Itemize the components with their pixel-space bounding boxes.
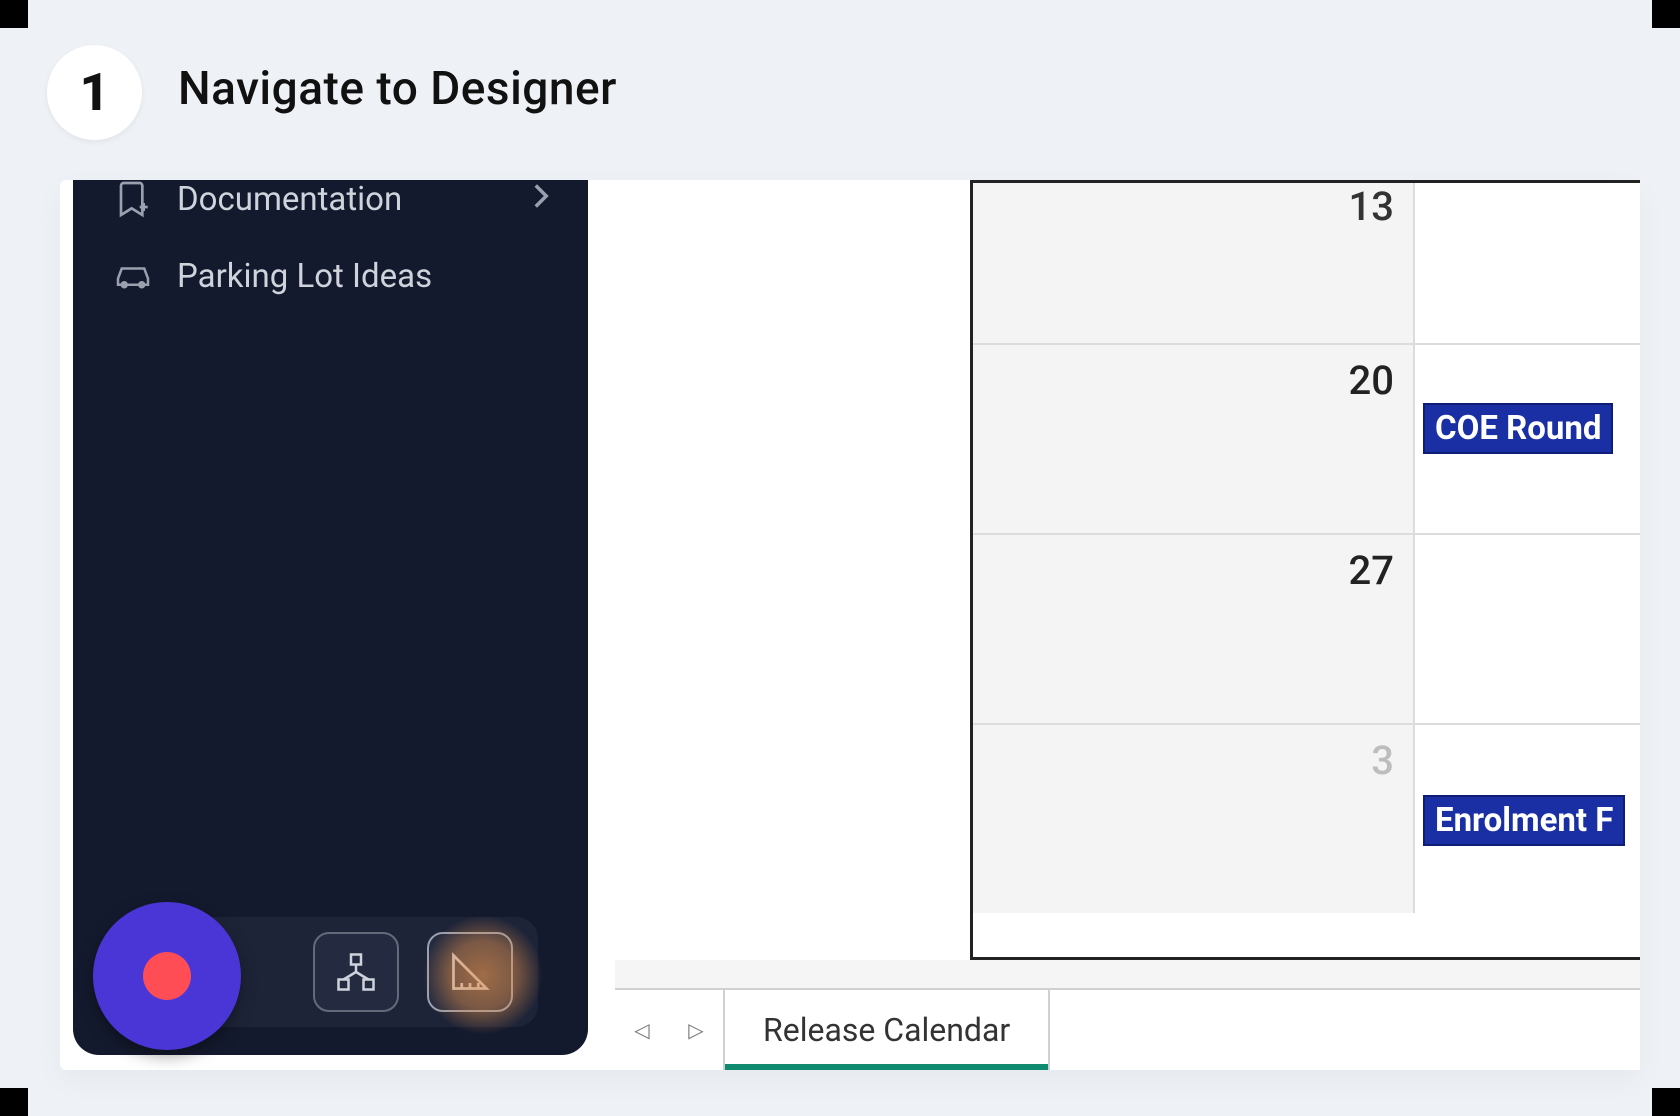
calendar-event[interactable]: COE Round — [1423, 403, 1613, 454]
calendar-row: 20 COE Round — [973, 343, 1640, 533]
ruler-triangle-icon — [448, 950, 492, 994]
sidebar-item-label: Documentation — [177, 180, 402, 219]
chevron-right-icon — [532, 180, 550, 219]
calendar-cell[interactable] — [1413, 535, 1640, 723]
step-badge: 1 — [47, 45, 142, 140]
step-number: 1 — [80, 62, 110, 123]
day-number: 27 — [1349, 547, 1394, 594]
calendar-event[interactable]: Enrolment F — [1423, 795, 1625, 846]
sidebar-item-parking-lot[interactable]: Parking Lot Ideas — [73, 236, 588, 316]
calendar-cell[interactable] — [973, 183, 1413, 343]
screenshot-container: Documentation Parking Lot Ideas — [60, 180, 1640, 1070]
corner-mark — [0, 1088, 28, 1116]
sidebar-item-documentation[interactable]: Documentation — [73, 180, 588, 236]
workflow-button[interactable] — [313, 932, 399, 1012]
tab-nav-prev[interactable]: ◁ — [615, 990, 669, 1070]
step-title: Navigate to Designer — [178, 62, 617, 116]
day-number: 13 — [1349, 183, 1394, 230]
calendar-row: 13 — [973, 183, 1640, 343]
sheet-tab-release-calendar[interactable]: Release Calendar — [723, 990, 1050, 1070]
sidebar: Documentation Parking Lot Ideas — [73, 180, 588, 1055]
record-button[interactable] — [93, 902, 241, 1050]
corner-mark — [1652, 0, 1680, 28]
sidebar-item-label: Parking Lot Ideas — [177, 257, 432, 296]
day-number: 20 — [1349, 357, 1394, 404]
calendar-cell[interactable] — [973, 535, 1413, 723]
calendar: 13 20 COE Round 27 3 Enrolment F — [970, 180, 1640, 960]
calendar-cell[interactable] — [1413, 183, 1640, 343]
workflow-icon — [336, 952, 376, 992]
tab-nav-next[interactable]: ▷ — [669, 990, 723, 1070]
calendar-cell[interactable] — [973, 345, 1413, 533]
calendar-row: 3 Enrolment F — [973, 723, 1640, 913]
car-icon — [111, 261, 155, 291]
record-icon — [143, 952, 191, 1000]
calendar-row: 27 — [973, 533, 1640, 723]
sheet-tabstrip: ◁ ▷ Release Calendar — [615, 988, 1640, 1070]
spreadsheet-gap — [615, 960, 1640, 988]
corner-mark — [1652, 1088, 1680, 1116]
corner-mark — [0, 0, 28, 28]
bookmark-add-icon — [111, 180, 155, 218]
calendar-cell[interactable] — [973, 725, 1413, 913]
day-number: 3 — [1371, 737, 1394, 784]
designer-button[interactable] — [427, 932, 513, 1012]
